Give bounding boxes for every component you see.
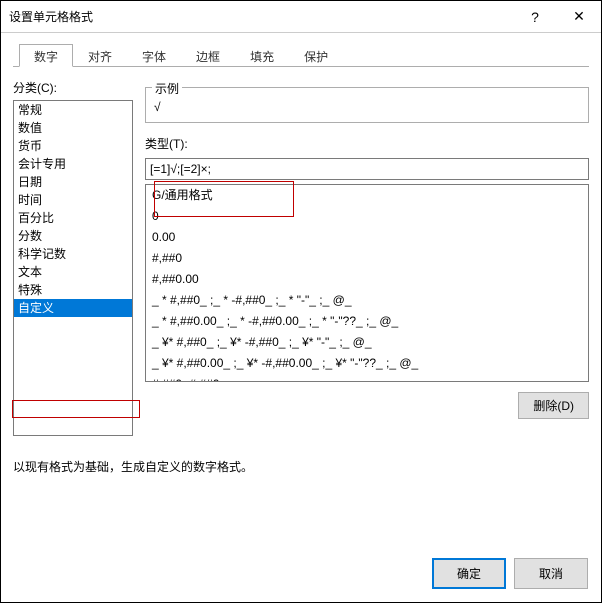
category-item[interactable]: 百分比 bbox=[14, 209, 132, 227]
dialog-footer: 确定 取消 bbox=[432, 558, 588, 589]
titlebar: 设置单元格格式 ? ✕ bbox=[1, 1, 601, 33]
category-item[interactable]: 日期 bbox=[14, 173, 132, 191]
category-item[interactable]: 科学记数 bbox=[14, 245, 132, 263]
format-item[interactable]: 0 bbox=[146, 206, 588, 227]
ok-button[interactable]: 确定 bbox=[432, 558, 506, 589]
category-item[interactable]: 常规 bbox=[14, 101, 132, 119]
cancel-button[interactable]: 取消 bbox=[514, 558, 588, 589]
category-label: 分类(C): bbox=[13, 79, 133, 96]
window-title: 设置单元格格式 bbox=[9, 8, 513, 25]
sample-box: 示例 √ bbox=[145, 87, 589, 123]
format-item[interactable]: 0.00 bbox=[146, 227, 588, 248]
sample-value: √ bbox=[154, 94, 580, 114]
category-item[interactable]: 时间 bbox=[14, 191, 132, 209]
format-item[interactable]: #,##0;-#,##0 bbox=[146, 374, 588, 382]
category-item[interactable]: 文本 bbox=[14, 263, 132, 281]
format-item[interactable]: _ * #,##0.00_ ;_ * -#,##0.00_ ;_ * "-"??… bbox=[146, 311, 588, 332]
format-item[interactable]: _ * #,##0_ ;_ * -#,##0_ ;_ * "-"_ ;_ @_ bbox=[146, 290, 588, 311]
dialog-content: 数字对齐字体边框填充保护 分类(C): 常规数值货币会计专用日期时间百分比分数科… bbox=[1, 33, 601, 475]
sample-label: 示例 bbox=[152, 80, 182, 97]
format-item[interactable]: _ ¥* #,##0_ ;_ ¥* -#,##0_ ;_ ¥* "-"_ ;_ … bbox=[146, 332, 588, 353]
tab-填充[interactable]: 填充 bbox=[235, 44, 289, 67]
category-item[interactable]: 分数 bbox=[14, 227, 132, 245]
tab-边框[interactable]: 边框 bbox=[181, 44, 235, 67]
type-label: 类型(T): bbox=[145, 135, 589, 152]
help-button[interactable]: ? bbox=[513, 1, 557, 33]
category-item[interactable]: 货币 bbox=[14, 137, 132, 155]
format-item[interactable]: _ ¥* #,##0.00_ ;_ ¥* -#,##0.00_ ;_ ¥* "-… bbox=[146, 353, 588, 374]
category-item[interactable]: 数值 bbox=[14, 119, 132, 137]
tab-字体[interactable]: 字体 bbox=[127, 44, 181, 67]
close-button[interactable]: ✕ bbox=[557, 1, 601, 33]
format-list[interactable]: G/通用格式00.00#,##0#,##0.00_ * #,##0_ ;_ * … bbox=[145, 184, 589, 382]
format-item[interactable]: #,##0 bbox=[146, 248, 588, 269]
category-list[interactable]: 常规数值货币会计专用日期时间百分比分数科学记数文本特殊自定义 bbox=[13, 100, 133, 436]
tab-保护[interactable]: 保护 bbox=[289, 44, 343, 67]
hint-text: 以现有格式为基础，生成自定义的数字格式。 bbox=[13, 458, 589, 475]
delete-button[interactable]: 删除(D) bbox=[518, 392, 589, 419]
type-input[interactable] bbox=[145, 158, 589, 180]
format-item[interactable]: G/通用格式 bbox=[146, 185, 588, 206]
tab-bar: 数字对齐字体边框填充保护 bbox=[13, 43, 589, 67]
category-item[interactable]: 会计专用 bbox=[14, 155, 132, 173]
format-item[interactable]: #,##0.00 bbox=[146, 269, 588, 290]
category-item[interactable]: 自定义 bbox=[14, 299, 132, 317]
tab-对齐[interactable]: 对齐 bbox=[73, 44, 127, 67]
tab-数字[interactable]: 数字 bbox=[19, 44, 73, 67]
category-item[interactable]: 特殊 bbox=[14, 281, 132, 299]
